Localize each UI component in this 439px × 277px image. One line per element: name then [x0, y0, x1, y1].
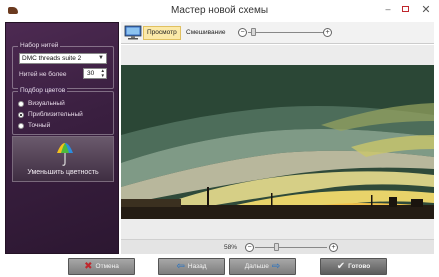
blend-minus-button[interactable]: −: [238, 28, 247, 37]
status-bar: 58% − +: [121, 239, 434, 254]
radio-approximate[interactable]: Приблизительный: [18, 111, 83, 118]
back-label: Назад: [187, 263, 207, 270]
blend-slider-thumb[interactable]: [251, 28, 256, 36]
next-label: Дальше: [244, 263, 269, 270]
threads-group: Набор нитей DMC threads suite 2 ▼ Нитей …: [12, 42, 114, 89]
close-icon: ✖: [84, 260, 93, 272]
max-threads-label: Нитей не более: [19, 71, 67, 78]
thread-set-select[interactable]: DMC threads suite 2 ▼: [19, 53, 107, 64]
monitor-icon[interactable]: [124, 25, 142, 40]
done-label: Готово: [348, 263, 371, 270]
color-pick-group: Подбор цветов Визуальный Приблизительный…: [12, 87, 114, 135]
color-pick-legend: Подбор цветов: [18, 87, 68, 94]
title-bar: Мастер новой схемы – ✕: [0, 0, 439, 20]
radio-label: Точный: [28, 122, 51, 129]
thread-set-value: DMC threads suite 2: [22, 55, 82, 62]
reduce-colors-label: Уменьшить цветность: [27, 169, 99, 176]
cancel-label: Отмена: [95, 263, 119, 270]
zoom-level: 58%: [224, 244, 238, 251]
radio-label: Приблизительный: [28, 111, 83, 118]
max-threads-stepper[interactable]: 30 ▲ ▼: [83, 68, 107, 79]
blend-plus-button[interactable]: +: [323, 28, 332, 37]
blend-label: Смешивание: [186, 29, 226, 36]
radio-selected-icon: [18, 111, 24, 118]
zoom-out-button[interactable]: −: [245, 243, 254, 252]
window-title: Мастер новой схемы: [170, 5, 269, 16]
next-button[interactable]: Дальше ⇨: [229, 258, 296, 275]
radio-icon: [18, 122, 24, 129]
chevron-down-icon: ▼: [98, 55, 104, 61]
umbrella-icon: [57, 143, 73, 166]
threads-legend: Набор нитей: [18, 42, 61, 49]
done-button[interactable]: ✔ Готово: [320, 258, 387, 275]
canvas-area: [121, 45, 434, 239]
cancel-button[interactable]: ✖ Отмена: [68, 258, 135, 275]
tab-preview[interactable]: Просмотр: [143, 26, 181, 40]
max-threads-value: 30: [87, 70, 95, 77]
arrow-left-icon: ⇦: [176, 260, 185, 272]
minimize-button[interactable]: –: [381, 2, 395, 16]
preview-toolbar: Просмотр Смешивание − +: [121, 22, 434, 44]
settings-panel: Набор нитей DMC threads suite 2 ▼ Нитей …: [5, 22, 119, 254]
radio-label: Визуальный: [28, 100, 65, 107]
reduce-colors-button[interactable]: Уменьшить цветность: [12, 136, 114, 182]
back-button[interactable]: ⇦ Назад: [158, 258, 225, 275]
check-icon: ✔: [336, 260, 346, 272]
zoom-slider-thumb[interactable]: [274, 243, 279, 251]
zoom-slider-track[interactable]: [255, 247, 327, 248]
sunset-image: [121, 65, 434, 219]
zoom-in-button[interactable]: +: [329, 243, 338, 252]
maximize-button[interactable]: [398, 2, 412, 16]
radio-visual[interactable]: Визуальный: [18, 100, 65, 107]
radio-exact[interactable]: Точный: [18, 122, 50, 129]
blend-slider-track[interactable]: [248, 32, 325, 33]
radio-icon: [18, 100, 24, 107]
maximize-icon: [401, 6, 409, 12]
close-button[interactable]: ✕: [415, 2, 437, 16]
stepper-arrows-icon[interactable]: ▲ ▼: [101, 68, 105, 78]
preview-image[interactable]: [121, 65, 434, 219]
arrow-right-icon: ⇨: [271, 260, 281, 272]
